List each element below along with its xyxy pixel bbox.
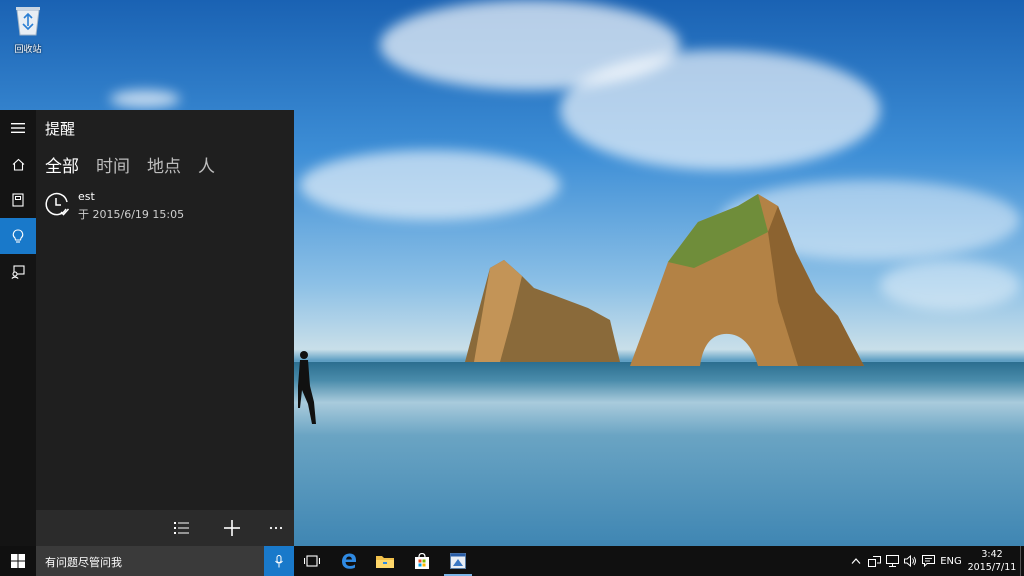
- tab-time[interactable]: 时间: [96, 152, 130, 177]
- app-window-icon: [450, 553, 466, 569]
- recycle-bin-label: 回收站: [14, 45, 42, 55]
- tab-all[interactable]: 全部: [45, 152, 79, 177]
- search-input[interactable]: 有问题尽管问我: [36, 546, 264, 576]
- input-panel-icon: [867, 555, 881, 567]
- cortana-panel: 提醒 全部 时间 地点 人 est 于 2015/6/19 15:05: [0, 110, 294, 546]
- notebook-icon: [12, 193, 24, 207]
- cloud: [110, 90, 180, 108]
- search-placeholder: 有问题尽管问我: [45, 556, 122, 569]
- store-taskbar-button[interactable]: [404, 546, 440, 576]
- tab-place[interactable]: 地点: [147, 152, 181, 177]
- runner-silhouette: [298, 351, 316, 424]
- file-explorer-icon: [376, 556, 394, 568]
- more-icon: [269, 526, 283, 530]
- edge-icon: [342, 553, 356, 569]
- chevron-up-icon: [851, 558, 861, 564]
- volume-tray-button[interactable]: [902, 546, 918, 576]
- cortana-rail: [0, 110, 36, 546]
- file-explorer-taskbar-button[interactable]: [367, 546, 403, 576]
- notebook-button[interactable]: [0, 182, 36, 218]
- clock[interactable]: 3:42 2015/7/11: [966, 548, 1018, 574]
- page-title: 提醒: [45, 120, 76, 138]
- feedback-icon: [11, 265, 25, 279]
- recycle-bin-icon: [16, 7, 40, 36]
- start-button[interactable]: [0, 546, 36, 576]
- people-tray-button[interactable]: [866, 546, 882, 576]
- cloud: [560, 50, 880, 170]
- reminder-title: est: [78, 190, 95, 203]
- show-hidden-icons-button[interactable]: [848, 546, 864, 576]
- reminders-toolbar: [36, 510, 294, 546]
- home-icon: [12, 158, 24, 171]
- more-options-button[interactable]: [264, 516, 288, 540]
- plus-icon: [224, 520, 240, 536]
- list-icon: [173, 522, 189, 534]
- show-desktop-button[interactable]: [1020, 546, 1024, 576]
- lightbulb-icon: [12, 228, 24, 243]
- hamburger-menu-button[interactable]: [0, 110, 36, 146]
- reminder-filter-tabs: 全部 时间 地点 人: [45, 152, 232, 177]
- small-rock-arch: [465, 260, 620, 362]
- reminders-pane: 提醒 全部 时间 地点 人 est 于 2015/6/19 15:05: [36, 110, 294, 546]
- large-rock-arch: [630, 194, 864, 366]
- reminder-item[interactable]: est 于 2015/6/19 15:05: [44, 190, 284, 224]
- message-icon: [921, 555, 935, 567]
- network-icon: [885, 555, 899, 567]
- microphone-button[interactable]: [264, 546, 294, 576]
- clock-check-icon: [45, 192, 70, 216]
- input-language-button[interactable]: ENG: [938, 546, 964, 576]
- recycle-bin-shortcut[interactable]: 回收站: [6, 4, 50, 55]
- task-view-button[interactable]: [294, 546, 330, 576]
- add-reminder-button[interactable]: [220, 516, 244, 540]
- taskbar: 有问题尽管问我 ENG 3:42 2015/7/11: [0, 546, 1024, 576]
- select-list-button[interactable]: [169, 516, 193, 540]
- network-tray-button[interactable]: [884, 546, 900, 576]
- home-button[interactable]: [0, 146, 36, 182]
- reminders-button[interactable]: [0, 218, 36, 254]
- tab-people[interactable]: 人: [198, 152, 215, 177]
- cloud: [300, 150, 560, 220]
- clock-date: 2015/7/11: [967, 562, 1017, 573]
- action-center-button[interactable]: [920, 546, 936, 576]
- feedback-button[interactable]: [0, 254, 36, 290]
- clock-time: 3:42: [981, 549, 1003, 560]
- input-language-label: ENG: [940, 555, 962, 567]
- store-icon: [415, 553, 429, 569]
- hamburger-menu-icon: [11, 123, 25, 133]
- cloud: [880, 260, 1020, 310]
- task-view-icon: [304, 555, 320, 567]
- running-app-taskbar-button[interactable]: [440, 546, 476, 576]
- microphone-icon: [275, 554, 283, 567]
- windows-logo-icon: [11, 554, 25, 568]
- edge-taskbar-button[interactable]: [331, 546, 367, 576]
- reminder-time: 于 2015/6/19 15:05: [78, 208, 185, 221]
- volume-icon: [903, 555, 916, 567]
